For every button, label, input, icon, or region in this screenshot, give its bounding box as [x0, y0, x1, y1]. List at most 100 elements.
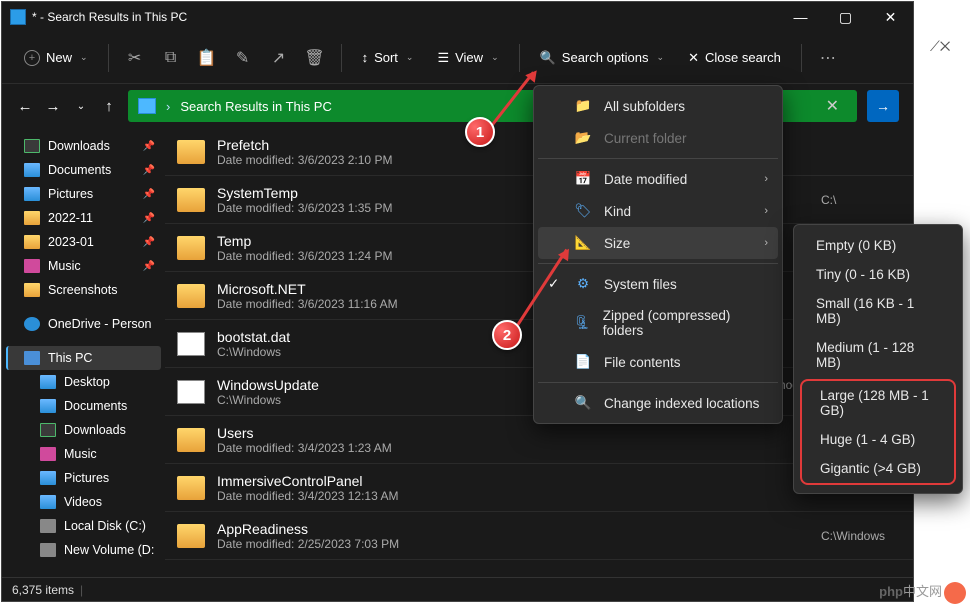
sidebar-item[interactable]: 2023-01📌: [6, 230, 161, 254]
pin-icon: 📌: [143, 189, 155, 200]
recent-button[interactable]: ⌄: [72, 101, 90, 112]
folder-icon: [40, 471, 56, 485]
sidebar-item[interactable]: Screenshots: [6, 278, 161, 302]
sidebar-item[interactable]: Music: [6, 442, 161, 466]
sidebar-item[interactable]: Downloads: [6, 418, 161, 442]
breadcrumb-text: Search Results in This PC: [180, 99, 332, 114]
maximize-button[interactable]: ▢: [823, 2, 868, 32]
menu-item[interactable]: 📁All subfolders: [538, 90, 778, 122]
sidebar-item[interactable]: OneDrive - Person: [6, 312, 161, 336]
file-icon: [177, 284, 205, 308]
close-button[interactable]: ✕: [868, 2, 913, 32]
folder-icon: [40, 375, 56, 389]
search-options-button[interactable]: 🔍 Search options⌄: [530, 44, 674, 72]
sidebar-item[interactable]: Downloads📌: [6, 134, 161, 158]
sidebar-item[interactable]: Local Disk (C:): [6, 514, 161, 538]
size-option[interactable]: Medium (1 - 128 MB): [798, 333, 958, 377]
sidebar-item[interactable]: 2022-11📌: [6, 206, 161, 230]
new-button[interactable]: +New⌄: [14, 44, 98, 72]
sidebar-item[interactable]: Desktop: [6, 370, 161, 394]
sidebar-item[interactable]: Videos: [6, 490, 161, 514]
menu-icon: 📅: [574, 171, 592, 187]
sort-button[interactable]: ↕ Sort⌄: [352, 44, 424, 71]
menu-item: 📂Current folder: [538, 122, 778, 154]
copy-icon[interactable]: ⧉: [155, 40, 187, 76]
sidebar-item[interactable]: Pictures: [6, 466, 161, 490]
pin-icon: 📌: [143, 237, 155, 248]
size-option[interactable]: Large (128 MB - 1 GB): [802, 381, 954, 425]
folder-icon: [24, 259, 40, 273]
file-icon: [177, 188, 205, 212]
folder-icon: [24, 211, 40, 225]
file-row[interactable]: AppReadinessDate modified: 2/25/2023 7:0…: [165, 512, 913, 560]
delete-icon[interactable]: 🗑: [299, 40, 331, 76]
folder-icon: [40, 423, 56, 437]
folder-icon: [24, 283, 40, 297]
view-button[interactable]: ☰ View⌄: [427, 44, 508, 72]
more-icon[interactable]: ⋯: [812, 40, 844, 76]
titlebar: * - Search Results in This PC — ▢ ✕: [2, 2, 913, 32]
file-icon: [177, 428, 205, 452]
folder-icon: [40, 447, 56, 461]
file-icon: [177, 236, 205, 260]
file-icon: [177, 524, 205, 548]
sidebar-item[interactable]: Pictures📌: [6, 182, 161, 206]
folder-icon: [24, 187, 40, 201]
folder-icon: [24, 139, 40, 153]
menu-icon: ⚙: [574, 276, 592, 292]
forward-button[interactable]: →: [44, 98, 62, 115]
folder-icon: [40, 519, 56, 533]
menu-item[interactable]: ✓⚙System files: [538, 268, 778, 300]
folder-icon: [40, 495, 56, 509]
size-option[interactable]: Small (16 KB - 1 MB): [798, 289, 958, 333]
folder-icon: [24, 317, 40, 331]
menu-icon: 📁: [574, 98, 592, 114]
file-icon: [177, 476, 205, 500]
close-search-button[interactable]: ✕ Close search: [678, 44, 791, 72]
item-count: 6,375 items: [12, 583, 74, 597]
minimize-button[interactable]: —: [778, 2, 823, 32]
size-option[interactable]: Tiny (0 - 16 KB): [798, 260, 958, 289]
size-option[interactable]: Empty (0 KB): [798, 231, 958, 260]
menu-icon: 📐: [574, 235, 592, 251]
menu-item[interactable]: 🏷Kind›: [538, 195, 778, 227]
folder-icon: [40, 543, 56, 557]
file-icon: [177, 140, 205, 164]
size-option[interactable]: Huge (1 - 4 GB): [802, 425, 954, 454]
menu-icon: 🔍: [574, 395, 592, 411]
sidebar-item[interactable]: Music📌: [6, 254, 161, 278]
size-submenu: Empty (0 KB)Tiny (0 - 16 KB)Small (16 KB…: [793, 224, 963, 494]
sidebar-item[interactable]: Documents📌: [6, 158, 161, 182]
pin-icon: 📌: [143, 261, 155, 272]
up-button[interactable]: ↑: [100, 98, 118, 115]
menu-item[interactable]: 📐Size›: [538, 227, 778, 259]
highlighted-options: Large (128 MB - 1 GB)Huge (1 - 4 GB)Giga…: [800, 379, 956, 485]
window-title: * - Search Results in This PC: [32, 10, 187, 24]
share-icon[interactable]: ↗: [263, 40, 295, 76]
cut-icon[interactable]: ✂: [119, 40, 151, 76]
menu-icon: 📂: [574, 130, 592, 146]
back-button[interactable]: ←: [16, 98, 34, 115]
watermark: php中文网: [879, 581, 942, 600]
search-options-menu: 📁All subfolders📂Current folder 📅Date modi…: [533, 85, 783, 424]
menu-item[interactable]: 📄File contents: [538, 346, 778, 378]
sidebar-item[interactable]: This PC: [6, 346, 161, 370]
sidebar: Downloads📌Documents📌Pictures📌2022-11📌202…: [2, 128, 165, 577]
menu-item[interactable]: 🔍Change indexed locations: [538, 387, 778, 419]
app-icon: [10, 9, 26, 25]
location-icon: [138, 98, 156, 114]
clear-search-icon[interactable]: ✕: [818, 96, 847, 116]
size-option[interactable]: Gigantic (>4 GB): [802, 454, 954, 483]
folder-icon: [40, 399, 56, 413]
menu-item[interactable]: 📅Date modified›: [538, 163, 778, 195]
sidebar-item[interactable]: New Volume (D:: [6, 538, 161, 562]
toolbar: +New⌄ ✂ ⧉ 📋 ✎ ↗ 🗑 ↕ Sort⌄ ☰ View⌄ 🔍 Sear…: [2, 32, 913, 84]
rename-icon[interactable]: ✎: [227, 40, 259, 76]
pin-icon: 📌: [143, 141, 155, 152]
paste-icon[interactable]: 📋: [191, 40, 223, 76]
go-button[interactable]: →: [867, 90, 899, 122]
menu-item[interactable]: 🗜Zipped (compressed) folders: [538, 300, 778, 346]
external-icon: ⟋✕: [930, 38, 950, 55]
sidebar-item[interactable]: Documents: [6, 394, 161, 418]
watermark-icon: [944, 582, 966, 604]
